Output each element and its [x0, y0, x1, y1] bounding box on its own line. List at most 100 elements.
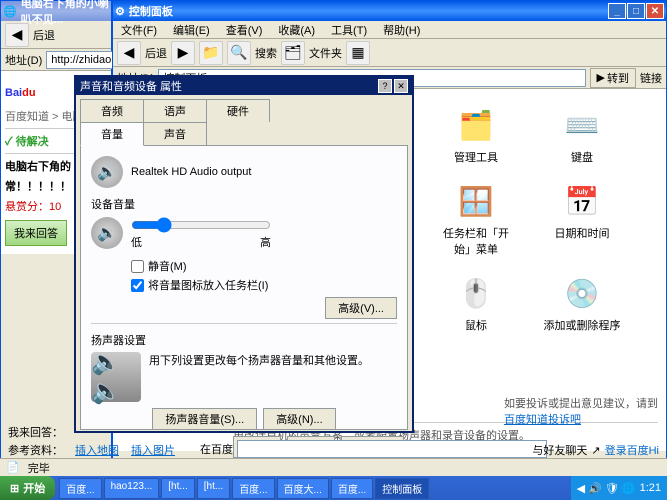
insert-map-link[interactable]: 插入地图: [75, 442, 119, 458]
cp-item-7[interactable]: 🖱️ 鼠标: [431, 269, 521, 337]
cp-menubar: 文件(F) 编辑(E) 查看(V) 收藏(A) 工具(T) 帮助(H): [113, 21, 666, 39]
ie-title: 电脑右下角的小喇叭不见...: [17, 0, 109, 27]
cp-item-icon: 🗂️: [456, 105, 496, 145]
minimize-button[interactable]: _: [608, 3, 626, 19]
cp-item-label: 鼠标: [465, 317, 487, 333]
status-text: 完毕: [28, 460, 50, 476]
ref-label: 参考资料：: [8, 442, 63, 458]
views-icon[interactable]: ▦: [346, 41, 370, 65]
taskbar: ⊞ 开始 百度...hao123...[ht...[ht...百度...百度大.…: [0, 476, 667, 500]
task-item-0[interactable]: 百度...: [59, 478, 101, 499]
chat-widget: 与好友聊天 ↗ 登录百度Hi: [532, 442, 659, 458]
ie-app-icon: 🌐: [3, 5, 17, 18]
tab-hardware[interactable]: 硬件: [206, 99, 270, 122]
cp-item-icon: 💿: [562, 273, 602, 313]
close-button[interactable]: ✕: [646, 3, 664, 19]
device-name: Realtek HD Audio output: [131, 166, 251, 178]
cp-title: 控制面板: [125, 3, 608, 19]
chat-text: 与好友聊天: [532, 442, 587, 458]
cp-item-1[interactable]: 🗂️ 管理工具: [431, 101, 521, 169]
taskbar-items: 百度...hao123...[ht...[ht...百度...百度大...百度.…: [55, 478, 570, 499]
volume-icon: 🔉: [91, 217, 123, 249]
mute-label: 静音(M): [148, 258, 187, 274]
tab-body: 🔊 Realtek HD Audio output 设备音量 🔉 低 高 静音(…: [80, 145, 408, 430]
answer-button[interactable]: 我来回答: [5, 220, 67, 246]
up-icon[interactable]: 📁: [199, 41, 223, 65]
high-label: 高: [260, 234, 271, 250]
props-tabs: 音频 语声 硬件: [76, 95, 412, 122]
task-item-3[interactable]: [ht...: [197, 478, 230, 499]
speakers-image: 🔈🔈: [91, 352, 141, 402]
insert-img-link[interactable]: 插入图片: [131, 442, 175, 458]
cp-item-label: 添加或删除程序: [544, 317, 621, 333]
folders-text: 文件夹: [309, 45, 342, 61]
go-button[interactable]: ▶ 转到: [590, 68, 636, 88]
back-text: 后退: [145, 45, 167, 61]
menu-view[interactable]: 查看(V): [222, 22, 267, 38]
cp-item-icon: 🖱️: [456, 273, 496, 313]
tray-label: 将音量图标放入任务栏(I): [148, 277, 268, 293]
cp-item-label: 任务栏和「开始」菜单: [435, 225, 517, 257]
status-icon: 📄: [6, 461, 20, 474]
tray-icons[interactable]: ◀ 🔊 🛡 🌐: [577, 482, 636, 495]
sound-props-dialog: 声音和音频设备 属性 ? ✕ 音频 语声 硬件 音量 声音 🔊 Realtek …: [74, 75, 414, 433]
tray-checkbox[interactable]: [131, 279, 144, 292]
cp-item-8[interactable]: 💿 添加或删除程序: [537, 269, 627, 337]
cp-item-label: 日期和时间: [555, 225, 610, 241]
task-item-1[interactable]: hao123...: [104, 478, 160, 499]
baidu-hi[interactable]: 登录百度Hi: [605, 442, 659, 458]
forward-icon[interactable]: ▶: [171, 41, 195, 65]
maximize-button[interactable]: □: [627, 3, 645, 19]
cp-item-5[interactable]: 📅 日期和时间: [537, 177, 627, 261]
ie-titlebar[interactable]: 🌐 电脑右下角的小喇叭不见...: [1, 1, 111, 21]
cp-item-icon: 📅: [562, 181, 602, 221]
tab-voice[interactable]: 语声: [143, 99, 207, 122]
back-button[interactable]: ◀: [5, 23, 29, 47]
back-icon[interactable]: ◀: [117, 41, 141, 65]
ie-addrbar: 地址(D): [1, 49, 111, 71]
links-label: 链接: [640, 70, 662, 86]
search-bottom: 在百度: [200, 440, 547, 458]
addr-label: 地址(D): [5, 52, 42, 68]
feedback-link[interactable]: 百度知道投诉吧: [504, 414, 581, 426]
bottom-links: 参考资料： 插入地图 插入图片: [8, 442, 175, 458]
task-item-4[interactable]: 百度...: [232, 478, 274, 499]
volume-slider[interactable]: [131, 216, 271, 234]
speaker-vol-button[interactable]: 扬声器音量(S)...: [152, 408, 257, 430]
search-icon[interactable]: 🔍: [227, 41, 251, 65]
cp-item-2[interactable]: ⌨️键盘: [537, 101, 627, 169]
tab-audio[interactable]: 音频: [80, 99, 144, 122]
in-baidu: 在百度: [200, 441, 233, 457]
advanced-button[interactable]: 高级(V)...: [325, 297, 397, 319]
menu-fav[interactable]: 收藏(A): [274, 22, 319, 38]
tab-volume[interactable]: 音量: [80, 122, 144, 146]
cp-titlebar[interactable]: ⚙ 控制面板 _ □ ✕: [113, 1, 666, 21]
cp-item-label: 键盘: [571, 149, 593, 165]
menu-edit[interactable]: 编辑(E): [169, 22, 214, 38]
task-item-5[interactable]: 百度大...: [277, 478, 329, 499]
props-tabs-row2: 音量 声音: [76, 122, 412, 145]
cp-feedback: 如要投诉或提出意见建议，请到 百度知道投诉吧: [504, 395, 658, 427]
tab-sounds[interactable]: 声音: [143, 122, 207, 145]
back-label: 后退: [33, 27, 55, 43]
speaker-section-label: 扬声器设置: [91, 332, 397, 348]
props-close-button[interactable]: ✕: [394, 79, 408, 93]
cp-item-4[interactable]: 🪟 任务栏和「开始」菜单: [431, 177, 521, 261]
task-item-7[interactable]: 控制面板: [375, 478, 429, 499]
menu-file[interactable]: 文件(F): [117, 22, 161, 38]
props-help-button[interactable]: ?: [378, 79, 392, 93]
task-item-2[interactable]: [ht...: [161, 478, 194, 499]
start-button[interactable]: ⊞ 开始: [0, 476, 55, 500]
cp-app-icon: ⚙: [115, 5, 125, 18]
mute-checkbox[interactable]: [131, 260, 144, 273]
search-bottom-input[interactable]: [237, 440, 547, 458]
props-titlebar[interactable]: 声音和音频设备 属性 ? ✕: [76, 77, 412, 95]
system-tray[interactable]: ◀ 🔊 🛡 🌐 1:21: [571, 476, 667, 500]
task-item-6[interactable]: 百度...: [331, 478, 373, 499]
cp-item-icon: 🪟: [456, 181, 496, 221]
cp-item-label: 管理工具: [454, 149, 498, 165]
menu-tools[interactable]: 工具(T): [327, 22, 371, 38]
folders-icon[interactable]: 🗂: [281, 41, 305, 65]
advanced2-button[interactable]: 高级(N)...: [263, 408, 335, 430]
menu-help[interactable]: 帮助(H): [379, 22, 424, 38]
